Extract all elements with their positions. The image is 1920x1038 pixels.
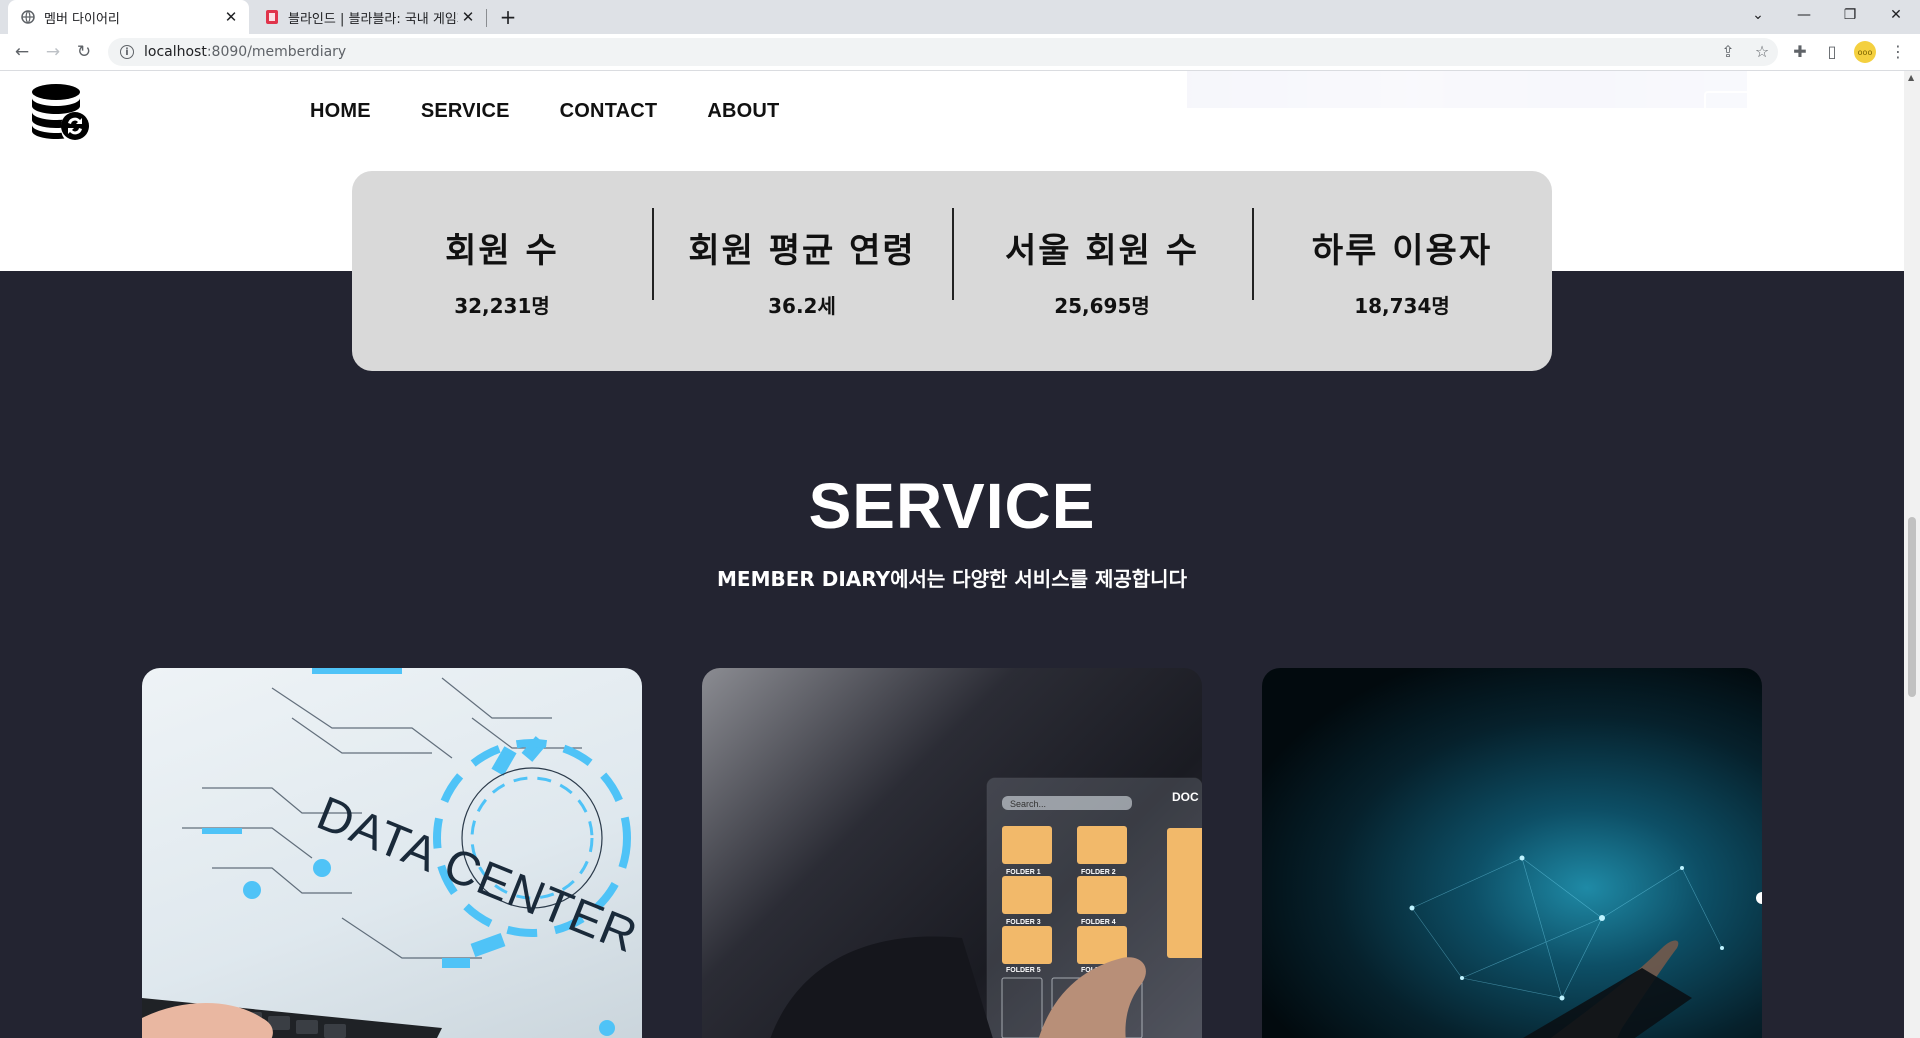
extensions-puzzle-icon[interactable]: ✚ — [1786, 37, 1814, 65]
stat-value: 32,231명 — [454, 294, 550, 318]
folder-label: FOLDER 1 — [1006, 869, 1041, 876]
back-arrow-icon[interactable]: ← — [10, 40, 34, 64]
chevron-down-icon[interactable]: ⌄ — [1738, 0, 1778, 30]
minimize-button[interactable]: — — [1784, 0, 1824, 30]
stat-label: 하루 이용자 — [1311, 231, 1493, 271]
tab-title: 블라인드 | 블라블라: 국내 게임회 — [288, 11, 458, 27]
folder-label: FOLDER 5 — [1006, 967, 1041, 974]
service-card-data-center[interactable]: DATA CENTER — [142, 668, 642, 1038]
nav-service[interactable]: SERVICE — [421, 100, 510, 123]
close-tab-icon[interactable]: ✕ — [458, 7, 478, 27]
network-tablet-illustration — [1409, 855, 1762, 1038]
stat-label: 회원 수 — [445, 231, 559, 271]
address-url: localhost:8090/memberdiary — [144, 44, 347, 60]
service-card-digital-folders[interactable]: Search... DOC FOLDER 1 FOLDER 2 FOLDER 3… — [702, 668, 1202, 1038]
service-title: SERVICE — [808, 470, 1096, 542]
nav-home[interactable]: HOME — [310, 100, 371, 123]
stat-value: 18,734명 — [1354, 294, 1450, 318]
globe-icon — [20, 9, 36, 25]
scroll-up-arrow-icon[interactable]: ▲ — [1908, 73, 1914, 82]
stat-label: 회원 평균 연령 — [688, 231, 916, 271]
main-nav: HOME SERVICE CONTACT ABOUT — [310, 71, 829, 151]
folder-label: FOLDER 3 — [1006, 919, 1041, 926]
restore-button[interactable]: ❐ — [1830, 0, 1870, 30]
nav-about[interactable]: ABOUT — [707, 100, 779, 123]
close-tab-icon[interactable]: ✕ — [221, 7, 241, 27]
reload-icon[interactable]: ↻ — [72, 40, 96, 64]
forward-arrow-icon[interactable]: → — [41, 40, 65, 64]
service-subtitle: MEMBER DIARY에서는 다양한 서비스를 제공합니다 — [717, 567, 1187, 591]
tab-separator — [486, 9, 487, 27]
tab-title: 멤버 다이어리 — [44, 11, 120, 27]
site-header: HOME SERVICE CONTACT ABOUT — [0, 71, 1904, 151]
browser-tab-strip: 멤버 다이어리 ✕ 블라인드 | 블라블라: 국내 게임회 ✕ + ⌄ — ❐ … — [0, 0, 1920, 34]
browser-menu-icon[interactable]: ⋮ — [1884, 37, 1912, 65]
page-viewport: HOME SERVICE CONTACT ABOUT 회원 수 32,231명 … — [0, 71, 1904, 1038]
profile-avatar[interactable]: ooo — [1854, 41, 1876, 63]
browser-tab-inactive[interactable]: 블라인드 | 블라블라: 국내 게임회 ✕ — [252, 0, 486, 34]
side-panel-icon[interactable]: ▯ — [1818, 37, 1846, 65]
database-sync-icon[interactable] — [30, 83, 90, 141]
doc-label: DOC — [1172, 790, 1199, 804]
nav-contact[interactable]: CONTACT — [560, 100, 658, 123]
digital-folders-illustration: Search... DOC FOLDER 1 FOLDER 2 FOLDER 3… — [770, 777, 1202, 1038]
folder-label: FOLDER 2 — [1081, 869, 1116, 876]
scrollbar-thumb[interactable] — [1908, 517, 1916, 697]
service-card-network-tablet[interactable] — [1262, 668, 1762, 1038]
folder-label: FOLDER 4 — [1081, 919, 1116, 926]
folder-search-text: Search... — [1010, 799, 1046, 809]
stat-daily-users: 하루 이용자 18,734명 — [1252, 208, 1552, 319]
stat-member-count: 회원 수 32,231명 — [352, 223, 652, 319]
stat-value: 25,695명 — [1054, 294, 1150, 318]
stat-label: 서울 회원 수 — [1004, 231, 1200, 271]
browser-tab-active[interactable]: 멤버 다이어리 ✕ — [8, 0, 249, 34]
new-tab-button[interactable]: + — [496, 5, 520, 29]
stats-panel: 회원 수 32,231명 회원 평균 연령 36.2세 서울 회원 수 25,6… — [352, 171, 1552, 371]
stat-seoul-members: 서울 회원 수 25,695명 — [952, 208, 1252, 319]
site-info-icon[interactable]: i — [120, 45, 134, 59]
blind-app-icon — [264, 9, 280, 25]
stat-value: 36.2세 — [768, 294, 836, 318]
address-bar[interactable]: i localhost:8090/memberdiary — [108, 38, 1778, 66]
bookmark-star-icon[interactable]: ☆ — [1748, 37, 1776, 65]
stat-average-age: 회원 평균 연령 36.2세 — [652, 208, 952, 319]
page-scrollbar[interactable]: ▲ — [1904, 71, 1920, 1038]
close-window-button[interactable]: ✕ — [1876, 0, 1916, 30]
share-icon[interactable]: ⇪ — [1714, 37, 1742, 65]
browser-toolbar: ← → ↻ i localhost:8090/memberdiary ⇪ ☆ ✚… — [0, 34, 1920, 71]
